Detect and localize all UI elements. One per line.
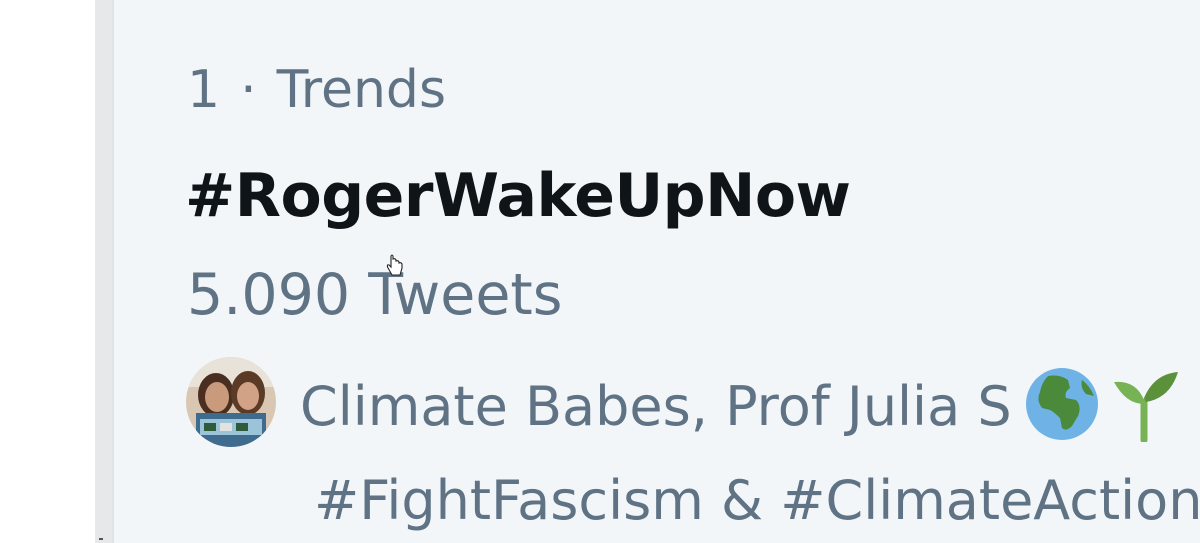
trend-meta: 1 · Trends: [187, 58, 446, 122]
trend-tweet-count: 5.090 Tweets: [187, 262, 563, 328]
meta-separator: ·: [240, 60, 257, 120]
scrollbar-mark: [99, 538, 103, 540]
avatar[interactable]: [186, 357, 276, 447]
trend-category: Trends: [276, 60, 447, 120]
trend-hashtag[interactable]: #RogerWakeUpNow: [185, 160, 851, 232]
hand-pointer-cursor-icon: [386, 254, 403, 276]
trend-context-hashtags: #FightFascism & #ClimateAction: [314, 469, 1200, 532]
page: 1 · Trends #RogerWakeUpNow 5.090 Tweets Cl…: [0, 0, 1200, 543]
left-background: [0, 0, 95, 543]
seedling-icon: [1114, 372, 1178, 442]
globe-africa-icon: [1026, 368, 1098, 440]
column-divider: [95, 0, 113, 543]
trend-rank: 1: [187, 60, 221, 120]
trend-context-names: Climate Babes, Prof Julia S: [300, 375, 1012, 438]
